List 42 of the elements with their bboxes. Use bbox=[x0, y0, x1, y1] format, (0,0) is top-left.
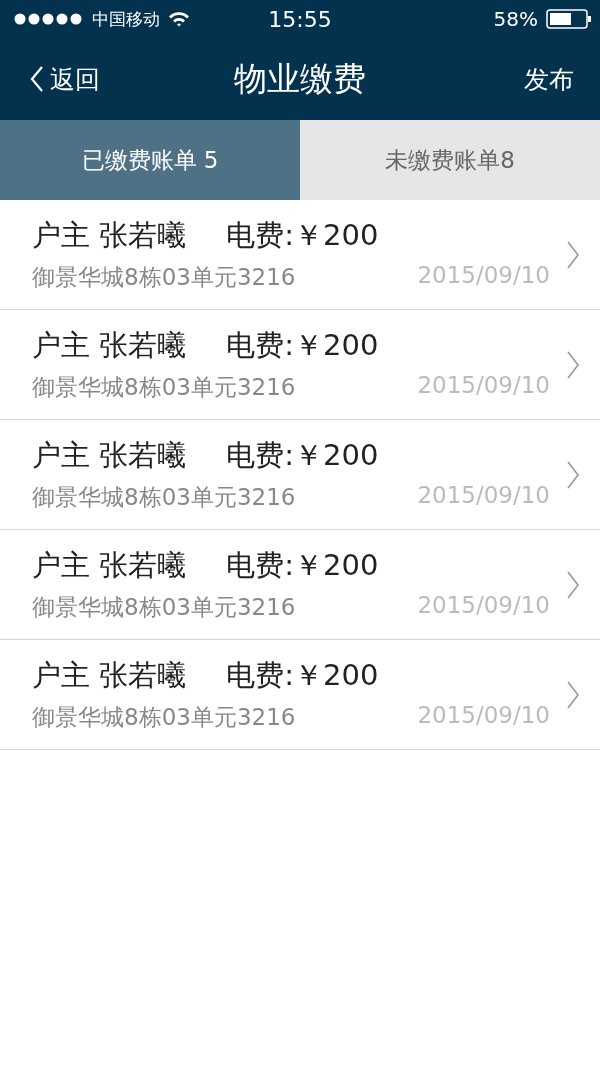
address: 御景华城8栋03单元3216 bbox=[32, 593, 296, 622]
publish-button[interactable]: 发布 bbox=[524, 62, 574, 96]
battery-percent: 58% bbox=[493, 7, 538, 31]
address: 御景华城8栋03单元3216 bbox=[32, 373, 296, 402]
signal-icon bbox=[14, 13, 84, 25]
fee-amount: 电费:￥200 bbox=[226, 327, 379, 364]
fee-amount: 电费:￥200 bbox=[226, 547, 379, 584]
bill-date: 2015/09/10 bbox=[417, 372, 550, 400]
fee-amount: 电费:￥200 bbox=[226, 437, 379, 474]
fee-amount: 电费:￥200 bbox=[226, 657, 379, 694]
page-title: 物业缴费 bbox=[234, 57, 366, 100]
owner-name: 户主 张若曦 bbox=[32, 547, 187, 584]
address: 御景华城8栋03单元3216 bbox=[32, 483, 296, 512]
battery-icon bbox=[546, 9, 592, 29]
status-time: 15:55 bbox=[268, 6, 332, 32]
bill-row[interactable]: 户主 张若曦 电费:￥200 御景华城8栋03单元3216 2015/09/10 bbox=[0, 310, 600, 420]
chevron-right-icon bbox=[566, 460, 580, 489]
owner-name: 户主 张若曦 bbox=[32, 217, 187, 254]
back-button[interactable]: 返回 bbox=[30, 62, 100, 96]
chevron-right-icon bbox=[566, 680, 580, 709]
tab[interactable]: 未缴费账单8 bbox=[300, 120, 600, 200]
address: 御景华城8栋03单元3216 bbox=[32, 263, 296, 292]
bill-row[interactable]: 户主 张若曦 电费:￥200 御景华城8栋03单元3216 2015/09/10 bbox=[0, 640, 600, 750]
address: 御景华城8栋03单元3216 bbox=[32, 703, 296, 732]
wifi-icon bbox=[168, 11, 190, 27]
bill-date: 2015/09/10 bbox=[417, 592, 550, 620]
owner-name: 户主 张若曦 bbox=[32, 657, 187, 694]
bill-date: 2015/09/10 bbox=[417, 482, 550, 510]
fee-amount: 电费:￥200 bbox=[226, 217, 379, 254]
carrier-name: 中国移动 bbox=[92, 7, 160, 31]
bill-row[interactable]: 户主 张若曦 电费:￥200 御景华城8栋03单元3216 2015/09/10 bbox=[0, 200, 600, 310]
owner-name: 户主 张若曦 bbox=[32, 327, 187, 364]
chevron-right-icon bbox=[566, 570, 580, 599]
tab[interactable]: 已缴费账单 5 bbox=[0, 120, 300, 200]
chevron-right-icon bbox=[566, 350, 580, 379]
owner-name: 户主 张若曦 bbox=[32, 437, 187, 474]
bill-row[interactable]: 户主 张若曦 电费:￥200 御景华城8栋03单元3216 2015/09/10 bbox=[0, 530, 600, 640]
bill-date: 2015/09/10 bbox=[417, 702, 550, 730]
bill-row[interactable]: 户主 张若曦 电费:￥200 御景华城8栋03单元3216 2015/09/10 bbox=[0, 420, 600, 530]
chevron-left-icon bbox=[30, 66, 44, 92]
chevron-right-icon bbox=[566, 240, 580, 269]
bill-date: 2015/09/10 bbox=[417, 262, 550, 290]
